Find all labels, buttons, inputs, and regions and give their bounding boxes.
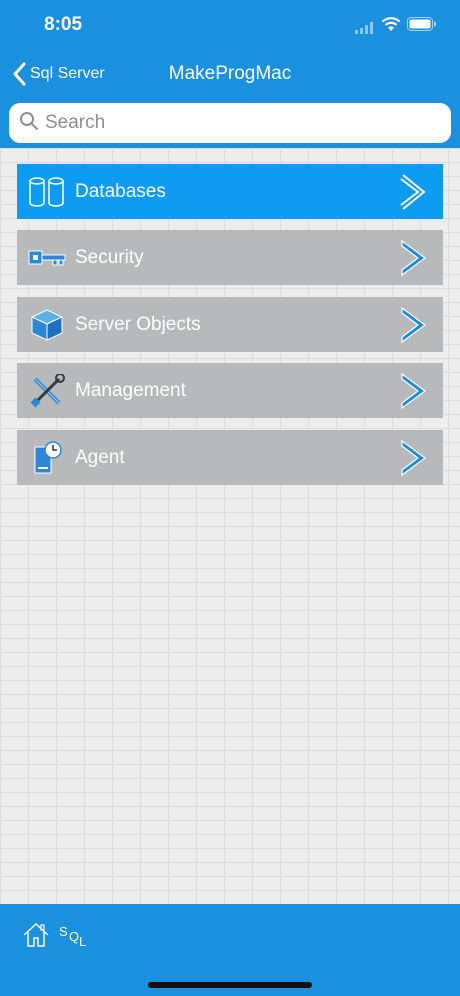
search-icon [19, 111, 39, 136]
header: 8:05 Sql Server MakeProgMac Search [0, 0, 460, 148]
agent-icon [27, 440, 67, 476]
bottom-toolbar: SQL [0, 904, 460, 996]
chevron-right-icon [399, 305, 429, 345]
menu-item-server-objects[interactable]: Server Objects [17, 297, 443, 352]
sql-icon[interactable]: SQL [58, 920, 90, 955]
menu-item-security[interactable]: Security [17, 230, 443, 285]
search-input[interactable] [45, 112, 425, 134]
key-icon [27, 240, 67, 276]
database-icon [27, 174, 67, 210]
signal-icon [355, 21, 375, 39]
menu-item-databases[interactable]: Databases [17, 164, 443, 219]
page-title: MakeProgMac [168, 63, 292, 84]
chevron-right-icon [399, 238, 429, 278]
content-area: Databases Security Server Objects Manage… [0, 148, 460, 904]
sql-label: SQL [59, 924, 90, 949]
menu-label: Agent [75, 446, 125, 468]
menu-label: Management [75, 379, 186, 401]
status-time: 8:05 [44, 14, 83, 35]
search-bar[interactable] [9, 103, 451, 143]
nav-bar: Sql Server MakeProgMac [0, 52, 460, 96]
menu-item-agent[interactable]: Agent [17, 430, 443, 485]
chevron-right-icon [399, 172, 429, 212]
menu-label: Security [75, 246, 144, 268]
menu-label: Server Objects [75, 313, 201, 335]
cube-icon [27, 307, 67, 343]
wifi-icon [381, 16, 401, 37]
menu-label: Databases [75, 180, 166, 202]
chevron-right-icon [399, 438, 429, 478]
menu-item-management[interactable]: Management [17, 363, 443, 418]
home-indicator [148, 982, 312, 988]
status-bar: 8:05 [0, 0, 460, 50]
tools-icon [27, 373, 67, 409]
home-icon[interactable] [22, 922, 50, 953]
battery-icon [407, 17, 437, 36]
chevron-right-icon [399, 371, 429, 411]
